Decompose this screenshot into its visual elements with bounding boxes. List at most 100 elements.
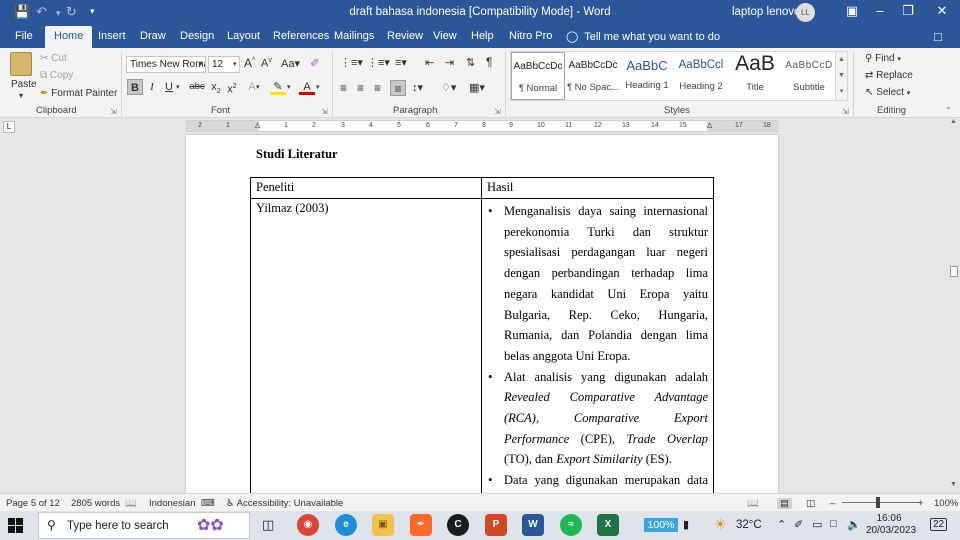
tab-home[interactable]: Home	[45, 26, 93, 48]
scrollbar-thumb[interactable]	[950, 266, 958, 277]
scroll-up-icon[interactable]: ▲	[950, 118, 957, 125]
tab-mailings[interactable]: Mailings	[334, 30, 374, 42]
tab-view[interactable]: View	[433, 30, 457, 42]
header-cell-hasil[interactable]: Hasil	[481, 177, 714, 199]
customize-quick-access-icon[interactable]: ▾	[90, 6, 95, 17]
italic-icon[interactable]: I	[144, 79, 160, 95]
task-view-icon[interactable]: ◫	[262, 517, 274, 533]
shading-icon[interactable]: ♢▾	[441, 81, 456, 94]
subscript-icon[interactable]: x2	[208, 79, 224, 95]
windows-start-icon[interactable]	[8, 518, 23, 533]
close-icon[interactable]: ✕	[932, 3, 952, 19]
weather-temperature[interactable]: 32°C	[736, 519, 762, 531]
web-layout-icon[interactable]: ◫	[806, 498, 815, 509]
language-indicator[interactable]: Indonesian	[149, 498, 195, 509]
user-name[interactable]: laptop lenovo	[732, 6, 800, 18]
style-title[interactable]: AaB Title	[728, 52, 782, 100]
avatar[interactable]: LL	[796, 3, 815, 22]
word-count[interactable]: 2805 words	[71, 498, 120, 509]
shrink-font-icon[interactable]: Av	[261, 57, 272, 70]
paste-icon[interactable]	[10, 52, 32, 76]
highlight-icon[interactable]: ✎	[270, 79, 286, 95]
style-heading-2[interactable]: AaBbCcl Heading 2	[674, 52, 728, 100]
document-page[interactable]: Studi Literatur Peneliti Hasil Yilmaz (2…	[186, 135, 778, 493]
replace-button[interactable]: ⇄ Replace	[865, 70, 913, 81]
restore-icon[interactable]: ❐	[898, 3, 918, 19]
network-icon[interactable]: □	[830, 518, 837, 530]
format-painter-button[interactable]: ✒ Format Painter	[40, 88, 117, 99]
font-color-dropdown-icon[interactable]: ▾	[316, 83, 320, 91]
minimize-icon[interactable]: –	[870, 3, 890, 18]
styles-dialog-launcher-icon[interactable]: ⇲	[842, 107, 849, 116]
notifications-icon[interactable]: 22	[930, 518, 948, 531]
align-right-icon[interactable]: ≡	[374, 81, 381, 95]
tab-nitro-pro[interactable]: Nitro Pro	[509, 30, 552, 42]
undo-dropdown-icon[interactable]: ▾	[56, 8, 61, 19]
select-button[interactable]: ↖ Select ▾	[865, 87, 910, 98]
borders-icon[interactable]: ▦▾	[469, 81, 485, 94]
spotify-icon[interactable]: ≈	[560, 514, 582, 536]
tab-file[interactable]: File	[15, 30, 33, 42]
tab-selector[interactable]: L	[3, 121, 15, 133]
word-icon[interactable]: W	[522, 514, 544, 536]
zoom-level[interactable]: 100%	[934, 498, 958, 509]
justify-icon[interactable]: ≡	[390, 80, 406, 96]
tab-layout[interactable]: Layout	[227, 30, 260, 42]
paste-button[interactable]: Paste	[11, 79, 37, 90]
battery-status-icon[interactable]: ▭	[812, 518, 822, 531]
indent-marker-icon[interactable]: △	[255, 121, 260, 131]
save-icon[interactable]: 💾	[14, 4, 30, 20]
right-indent-marker-icon[interactable]: △	[707, 121, 712, 131]
paragraph-dialog-launcher-icon[interactable]: ⇲	[494, 107, 501, 116]
tab-help[interactable]: Help	[471, 30, 494, 42]
superscript-icon[interactable]: x2	[224, 79, 240, 96]
zoom-slider[interactable]	[842, 502, 920, 503]
horizontal-ruler[interactable]: 2 1 △ 1 2 3 4 5 6 7 8 9 10 11 12 13 14 1…	[186, 120, 779, 132]
spelling-check-icon[interactable]: 📖	[125, 498, 137, 509]
nitro-pdf-icon[interactable]: ✒	[410, 514, 432, 536]
align-left-icon[interactable]: ≡	[340, 81, 347, 95]
font-family-dropdown-icon[interactable]: ▾	[199, 60, 203, 68]
style-no-spacing[interactable]: AaBbCcDc ¶ No Spac...	[566, 52, 620, 100]
paste-dropdown-icon[interactable]: ▾	[19, 91, 23, 100]
undo-icon[interactable]: ↶	[36, 4, 47, 20]
volume-icon[interactable]: 🔈	[847, 518, 861, 531]
strikethrough-icon[interactable]: abc	[189, 79, 205, 95]
taskbar-clock[interactable]: 16:06 20/03/2023	[866, 513, 916, 537]
print-layout-icon[interactable]: ▤	[777, 498, 792, 509]
tab-references[interactable]: References	[273, 30, 329, 42]
edge-icon[interactable]: e	[335, 514, 357, 536]
accessibility-status[interactable]: ♿ Accessibility: Unavailable	[226, 498, 343, 509]
cortana-app-icon[interactable]: C	[447, 514, 469, 536]
weather-icon[interactable]: ☀	[714, 516, 727, 533]
style-heading-1[interactable]: AaBbC Heading 1	[620, 52, 674, 100]
tell-me-search[interactable]: ◯ Tell me what you want to do	[566, 30, 720, 43]
underline-dropdown-icon[interactable]: ▾	[176, 83, 180, 91]
vertical-scrollbar[interactable]: ▲ ▼	[948, 118, 960, 493]
style-normal[interactable]: AaBbCcDc ¶ Normal	[511, 52, 565, 100]
file-explorer-icon[interactable]: ▣	[372, 514, 394, 536]
decrease-indent-icon[interactable]: ⇤	[425, 56, 434, 69]
zoom-out-icon[interactable]: –	[830, 498, 835, 509]
font-family-select[interactable]: Times New Roma	[126, 56, 206, 73]
battery-badge[interactable]: 100%	[644, 518, 678, 532]
read-mode-icon[interactable]: 📖	[747, 498, 759, 509]
numbering-icon[interactable]: ⋮≡▾	[367, 56, 390, 69]
researcher-cell[interactable]: Yilmaz (2003)	[250, 198, 482, 493]
multilevel-list-icon[interactable]: ≡▾	[395, 56, 407, 69]
copy-button[interactable]: ⧉ Copy	[40, 70, 73, 81]
header-cell-peneliti[interactable]: Peneliti	[250, 177, 482, 199]
page-counter[interactable]: Page 5 of 12	[6, 498, 60, 509]
powerpoint-icon[interactable]: P	[485, 514, 507, 536]
redo-icon[interactable]: ↻	[66, 4, 77, 20]
clipboard-dialog-launcher-icon[interactable]: ⇲	[110, 107, 117, 116]
clear-formatting-icon[interactable]: ✐	[310, 56, 320, 70]
font-color-icon[interactable]: A	[299, 79, 315, 95]
tab-review[interactable]: Review	[387, 30, 423, 42]
align-center-icon[interactable]: ≡	[357, 81, 364, 95]
styles-gallery-scroll[interactable]: ▲ ▼ ▾	[836, 51, 848, 101]
chrome-icon[interactable]: ◉	[297, 514, 319, 536]
scroll-down-icon[interactable]: ▼	[950, 481, 957, 488]
font-dialog-launcher-icon[interactable]: ⇲	[321, 107, 328, 116]
results-cell[interactable]: Menganalisis daya saing internasional pe…	[481, 198, 714, 493]
